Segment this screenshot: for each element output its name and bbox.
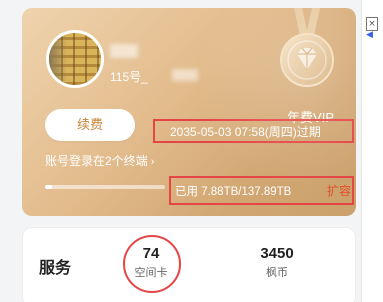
username-redacted	[110, 44, 138, 58]
services-card: 服务 74 空间卡 3450 枫币	[22, 227, 356, 302]
collapse-arrow-icon[interactable]: ◀	[366, 30, 374, 40]
expand-storage-link[interactable]: 扩容	[327, 182, 351, 199]
chevron-right-icon: ›	[150, 156, 155, 168]
expiry-date: 2035-05-03 07:58(周四)过期	[170, 125, 321, 139]
user-account-panel: 115号_ 年费VIP 续费 2035-05-03 07:58(周四)过期 账号…	[0, 0, 383, 302]
vip-membership-card: 115号_ 年费VIP 续费 2035-05-03 07:58(周四)过期 账号…	[22, 8, 356, 216]
vip-medal-icon	[280, 8, 334, 87]
space-card-label: 空间卡	[134, 267, 168, 279]
coins-label: 枫币	[266, 267, 288, 279]
user-id-redacted	[172, 69, 198, 81]
side-frame	[361, 0, 383, 302]
services-title: 服务	[39, 260, 72, 277]
renew-button[interactable]: 续费	[45, 109, 135, 141]
storage-usage: 已用 7.88TB/137.89TB	[175, 186, 292, 198]
space-card-stat[interactable]: 74 空间卡	[123, 245, 179, 280]
coins-count: 3450	[260, 245, 294, 262]
storage-progress-fill	[45, 185, 52, 189]
avatar[interactable]	[46, 30, 104, 88]
vip-tier-label: 年费VIP	[287, 110, 334, 125]
space-card-count: 74	[142, 245, 160, 262]
user-id: 115号_	[110, 70, 148, 84]
devices-label: 账号登录在2个终端	[45, 154, 148, 168]
storage-progress-bar	[45, 185, 165, 189]
logged-in-devices-link[interactable]: 账号登录在2个终端 ›	[45, 152, 154, 169]
coins-stat[interactable]: 3450 枫币	[249, 245, 305, 280]
close-icon[interactable]: ×	[366, 17, 378, 31]
